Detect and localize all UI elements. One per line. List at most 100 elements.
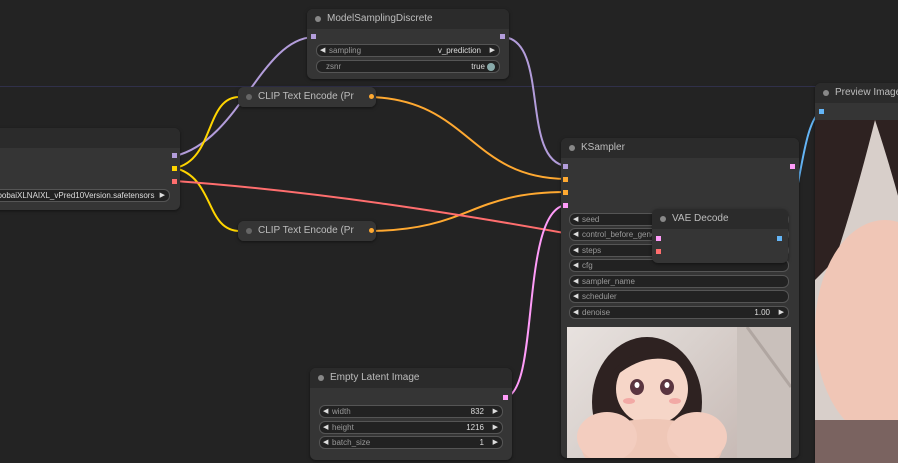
empty-latent-image-node[interactable]: Empty Latent Image ◀ width 832 ▶ ◀ heigh… bbox=[310, 368, 512, 460]
batch-size-label: batch_size bbox=[332, 438, 371, 447]
preview-image-node[interactable]: Preview Image bbox=[815, 83, 898, 463]
conditioning-output-port[interactable] bbox=[369, 228, 374, 233]
clip-bottom-title: CLIP Text Encode (Pr bbox=[258, 225, 354, 236]
collapse-dot-icon[interactable] bbox=[660, 216, 666, 222]
anime-girl-illustration bbox=[577, 327, 791, 458]
image-output-port[interactable] bbox=[777, 236, 782, 241]
ckpt-name-value: noobaiXLNAIXL_vPred10Version.safetensors bbox=[0, 191, 155, 200]
sampler-name-widget[interactable]: ◀ sampler_name bbox=[569, 275, 789, 288]
steps-dec-icon[interactable]: ◀ bbox=[573, 245, 578, 256]
batch-dec-icon[interactable]: ◀ bbox=[323, 437, 328, 448]
collapse-dot-icon[interactable] bbox=[318, 375, 324, 381]
checkpoint-loader-node[interactable]: noobaiXLNAIXL_vPred10Version.safetensors… bbox=[0, 128, 180, 210]
collapse-dot-icon[interactable] bbox=[246, 228, 252, 234]
ksampler-title-bar[interactable]: KSampler bbox=[561, 138, 799, 158]
toggle-knob-icon bbox=[487, 63, 495, 71]
anime-girl-closeup-illustration bbox=[815, 120, 898, 463]
control-prev-icon[interactable]: ◀ bbox=[573, 229, 578, 240]
model-sampling-title: ModelSamplingDiscrete bbox=[327, 13, 433, 24]
empty-latent-title: Empty Latent Image bbox=[330, 372, 420, 383]
denoise-inc-icon[interactable]: ▶ bbox=[779, 307, 784, 318]
scheduler-prev-icon[interactable]: ◀ bbox=[573, 291, 578, 302]
samples-input-port[interactable] bbox=[656, 236, 661, 241]
model-input-port[interactable] bbox=[311, 34, 316, 39]
link-emptylatent-to-ksampler bbox=[505, 204, 567, 398]
empty-latent-title-bar[interactable]: Empty Latent Image bbox=[310, 368, 512, 388]
collapse-dot-icon[interactable] bbox=[315, 16, 321, 22]
conditioning-output-port[interactable] bbox=[369, 94, 374, 99]
preview-output-image bbox=[815, 120, 898, 463]
ckpt-next-icon[interactable]: ▶ bbox=[160, 190, 165, 201]
collapse-dot-icon[interactable] bbox=[246, 94, 252, 100]
ckpt-name-widget[interactable]: noobaiXLNAIXL_vPred10Version.safetensors… bbox=[0, 189, 170, 202]
vae-output-port[interactable] bbox=[172, 179, 177, 184]
link-cliptop-to-ksampler bbox=[369, 96, 567, 180]
clip-top-title: CLIP Text Encode (Pr bbox=[258, 91, 354, 102]
height-widget[interactable]: ◀ height 1216 ▶ bbox=[319, 421, 503, 434]
model-input-port[interactable] bbox=[563, 164, 568, 169]
zsnr-toggle[interactable]: zsnr true bbox=[316, 60, 500, 73]
denoise-label: denoise bbox=[582, 308, 611, 317]
seed-label: seed bbox=[582, 215, 600, 224]
denoise-value: 1.00 bbox=[754, 308, 770, 317]
ksampler-title: KSampler bbox=[581, 142, 625, 153]
width-dec-icon[interactable]: ◀ bbox=[323, 406, 328, 417]
vae-decode-node[interactable]: VAE Decode bbox=[652, 209, 788, 263]
width-value: 832 bbox=[470, 407, 484, 416]
preview-title-bar[interactable]: Preview Image bbox=[815, 83, 898, 103]
denoise-dec-icon[interactable]: ◀ bbox=[573, 307, 578, 318]
vae-input-port[interactable] bbox=[656, 249, 661, 254]
sampling-value: v_prediction bbox=[437, 46, 481, 55]
negative-input-port[interactable] bbox=[563, 190, 568, 195]
collapse-dot-icon[interactable] bbox=[569, 145, 575, 151]
seed-dec-icon[interactable]: ◀ bbox=[573, 214, 578, 225]
canvas-divider-line bbox=[0, 86, 898, 87]
vae-decode-title: VAE Decode bbox=[672, 213, 729, 224]
batch-inc-icon[interactable]: ▶ bbox=[493, 437, 498, 448]
cfg-dec-icon[interactable]: ◀ bbox=[573, 260, 578, 271]
collapse-dot-icon[interactable] bbox=[823, 90, 829, 96]
clip-output-port[interactable] bbox=[172, 166, 177, 171]
images-input-port[interactable] bbox=[819, 109, 824, 114]
sampler-prev-icon[interactable]: ◀ bbox=[573, 276, 578, 287]
control-label: control_before_gene bbox=[582, 230, 656, 239]
preview-title: Preview Image bbox=[835, 87, 898, 98]
steps-label: steps bbox=[582, 246, 602, 255]
width-widget[interactable]: ◀ width 832 ▶ bbox=[319, 405, 503, 418]
sampling-prev-icon[interactable]: ◀ bbox=[320, 45, 325, 56]
positive-input-port[interactable] bbox=[563, 177, 568, 182]
checkpoint-loader-title-bar[interactable] bbox=[0, 128, 180, 148]
clip-text-encode-positive-node[interactable]: CLIP Text Encode (Pr bbox=[238, 87, 376, 107]
model-sampling-node[interactable]: ModelSamplingDiscrete ◀ sampling v_predi… bbox=[307, 9, 509, 79]
sampling-next-icon[interactable]: ▶ bbox=[490, 45, 495, 56]
denoise-widget[interactable]: ◀ denoise 1.00 ▶ bbox=[569, 306, 789, 319]
sampling-combo[interactable]: ◀ sampling v_prediction ▶ bbox=[316, 44, 500, 57]
width-inc-icon[interactable]: ▶ bbox=[493, 406, 498, 417]
clip-bottom-title-bar[interactable]: CLIP Text Encode (Pr bbox=[238, 221, 376, 241]
height-value: 1216 bbox=[466, 423, 484, 432]
ksampler-node[interactable]: KSampler ◀ seed ◀ control_before_gene ◀ … bbox=[561, 138, 799, 458]
latent-output-port[interactable] bbox=[790, 164, 795, 169]
sampling-label: sampling bbox=[329, 46, 362, 55]
model-output-port[interactable] bbox=[172, 153, 177, 158]
latent-input-port[interactable] bbox=[563, 203, 568, 208]
sampler-name-label: sampler_name bbox=[582, 277, 635, 286]
height-dec-icon[interactable]: ◀ bbox=[323, 422, 328, 433]
link-clip-to-cliptop bbox=[174, 95, 241, 169]
cfg-label: cfg bbox=[582, 261, 593, 270]
link-clip-to-clipbottom bbox=[174, 167, 241, 232]
model-sampling-title-bar[interactable]: ModelSamplingDiscrete bbox=[307, 9, 509, 29]
link-modelsampling-to-ksampler bbox=[502, 36, 567, 167]
clip-top-title-bar[interactable]: CLIP Text Encode (Pr bbox=[238, 87, 376, 107]
latent-output-port[interactable] bbox=[503, 395, 508, 400]
batch-size-widget[interactable]: ◀ batch_size 1 ▶ bbox=[319, 436, 503, 449]
clip-text-encode-negative-node[interactable]: CLIP Text Encode (Pr bbox=[238, 221, 376, 241]
height-inc-icon[interactable]: ▶ bbox=[493, 422, 498, 433]
vae-decode-title-bar[interactable]: VAE Decode bbox=[652, 209, 788, 229]
ksampler-preview-image bbox=[567, 327, 791, 458]
scheduler-label: scheduler bbox=[582, 292, 617, 301]
height-label: height bbox=[332, 423, 354, 432]
model-output-port[interactable] bbox=[500, 34, 505, 39]
zsnr-value: true bbox=[471, 62, 485, 71]
scheduler-widget[interactable]: ◀ scheduler bbox=[569, 290, 789, 303]
